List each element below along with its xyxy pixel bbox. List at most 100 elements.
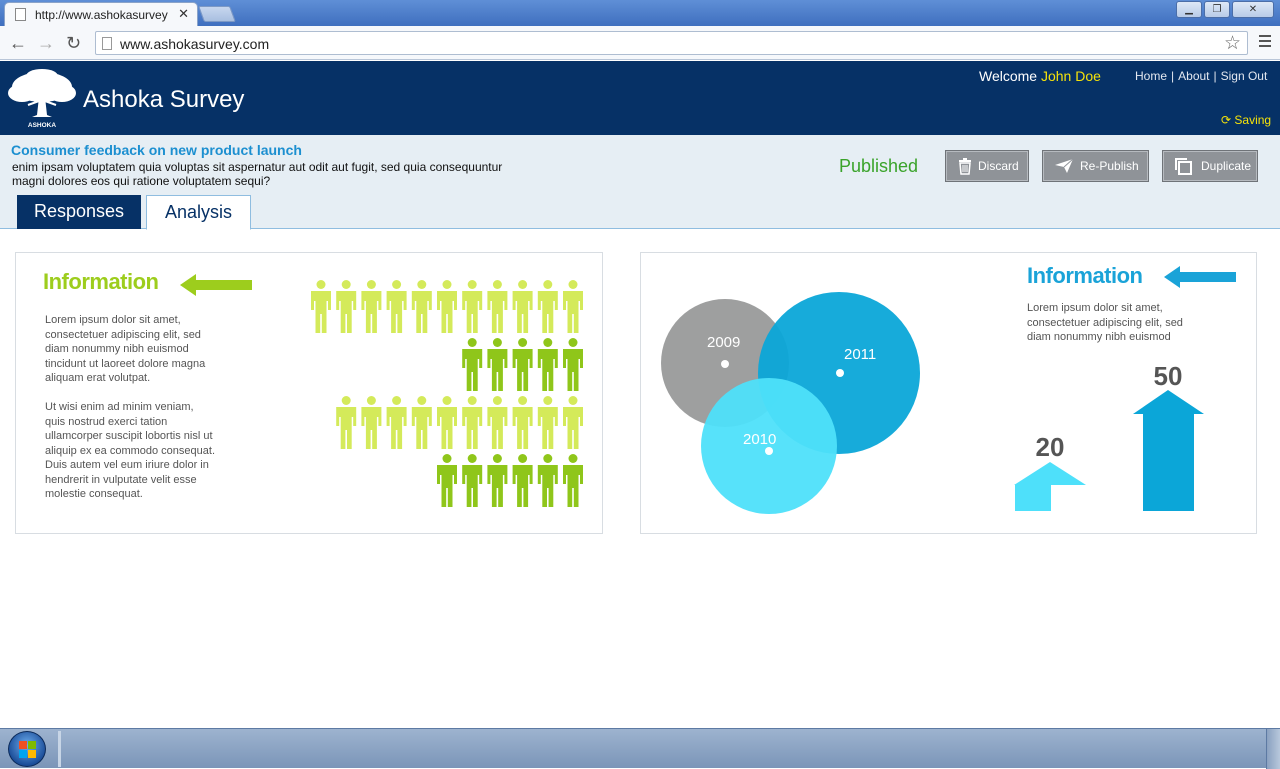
reload-icon[interactable]: ↻ (66, 33, 81, 53)
refresh-icon: ⟳ (1221, 113, 1232, 127)
welcome-label: Welcome (979, 68, 1038, 84)
browser-tab[interactable]: http://www.ashokasurvey ✕ (4, 2, 198, 26)
top-links: Home | About | Sign Out (1135, 69, 1268, 83)
status-badge: Published (839, 156, 919, 176)
duplicate-button[interactable]: Duplicate (1162, 150, 1258, 182)
marker-dot (765, 447, 773, 455)
browser-menu-icon[interactable] (1259, 35, 1271, 50)
left-arrow-icon (1164, 266, 1236, 288)
people-pictograph (311, 280, 583, 507)
person-icon (462, 396, 483, 449)
infographic-paragraph: Lorem ipsum dolor sit amet, consectetuer… (1027, 302, 1183, 343)
app-title: Ashoka Survey (83, 86, 245, 113)
republish-button[interactable]: Re-Publish (1042, 150, 1149, 182)
saving-label: Saving (1234, 113, 1272, 127)
trash-icon (959, 158, 971, 175)
circle-label-2009: 2009 (707, 334, 740, 351)
person-icon (462, 280, 483, 333)
year-circles-graphic: 2009 2011 2010 20 50 (661, 292, 1204, 514)
windows-logo-icon (19, 741, 36, 758)
sign-out-link[interactable]: Sign Out (1221, 69, 1268, 83)
forward-arrow-icon[interactable]: → (37, 33, 55, 53)
person-icon (386, 396, 407, 449)
discard-button[interactable]: Discard (945, 150, 1029, 182)
browser-titlebar: http://www.ashokasurvey ✕ ▁ ❐ ✕ (0, 0, 1280, 26)
os-taskbar (0, 728, 1280, 769)
show-desktop-button[interactable] (1266, 729, 1280, 769)
up-arrow-small (1015, 485, 1051, 511)
survey-description: enim ipsam voluptatem quia voluptas sit … (12, 160, 503, 188)
page-icon (15, 8, 26, 21)
bookmark-star-icon[interactable]: ☆ (1224, 32, 1241, 55)
person-icon (336, 280, 357, 333)
browser-toolbar: ← → ↻ www.ashokasurvey.com ☆ (0, 26, 1280, 60)
address-bar[interactable]: www.ashokasurvey.com ☆ (95, 31, 1248, 55)
duplicate-icon (1175, 158, 1192, 175)
minimize-button[interactable]: ▁ (1176, 1, 1202, 18)
maximize-button[interactable]: ❐ (1204, 1, 1230, 18)
welcome-message: Welcome John Doe (979, 68, 1101, 84)
logo-text: ASHOKA (28, 122, 56, 129)
tab-analysis[interactable]: Analysis (146, 195, 251, 230)
survey-title: Consumer feedback on new product launch (11, 142, 302, 158)
survey-bar: Consumer feedback on new product launch … (0, 135, 1280, 230)
circle-label-2011: 2011 (844, 346, 876, 363)
person-icon (487, 396, 508, 449)
duplicate-label: Duplicate (1201, 159, 1252, 173)
person-icon (512, 338, 533, 391)
person-icon (537, 454, 558, 507)
person-icon (462, 338, 483, 391)
new-tab-button[interactable] (198, 6, 236, 22)
about-link[interactable]: About (1178, 69, 1209, 83)
person-icon (537, 338, 558, 391)
page-icon (102, 37, 112, 50)
person-icon (437, 280, 457, 333)
person-icon (512, 280, 533, 333)
marker-dot (721, 360, 729, 368)
discard-label: Discard (978, 159, 1019, 173)
tab-title: http://www.ashokasurvey (35, 8, 168, 22)
person-icon (462, 454, 483, 507)
person-icon (537, 280, 558, 333)
person-icon (563, 396, 583, 449)
circles-infographic-panel: 2009 2011 2010 20 50 Information Lorem i… (640, 252, 1257, 534)
circle-label-2010: 2010 (743, 431, 776, 448)
person-icon (563, 280, 583, 333)
start-button[interactable] (8, 731, 46, 767)
ashoka-tree-logo[interactable]: ASHOKA (6, 67, 78, 129)
back-arrow-icon[interactable]: ← (9, 33, 27, 53)
url-text[interactable]: www.ashokasurvey.com (120, 36, 269, 52)
close-window-button[interactable]: ✕ (1232, 1, 1274, 18)
person-icon (437, 454, 457, 507)
saving-indicator: ⟳ Saving (1221, 113, 1271, 127)
person-icon (512, 454, 533, 507)
person-icon (311, 280, 331, 333)
person-icon (411, 396, 432, 449)
person-icon (386, 280, 407, 333)
home-link[interactable]: Home (1135, 69, 1167, 83)
app-header: ASHOKA Ashoka Survey Welcome John Doe Ho… (0, 61, 1280, 135)
tab-responses[interactable]: Responses (17, 195, 141, 229)
person-icon (487, 454, 508, 507)
person-icon (437, 396, 457, 449)
person-icon (487, 280, 508, 333)
person-icon (361, 396, 382, 449)
person-icon (361, 280, 382, 333)
person-icon (563, 454, 583, 507)
taskbar-divider (58, 731, 61, 767)
marker-dot (836, 369, 844, 377)
infographic-title: Information (1027, 263, 1143, 288)
republish-label: Re-Publish (1080, 159, 1139, 173)
person-icon (537, 396, 558, 449)
person-icon (336, 396, 357, 449)
tab-close-icon[interactable]: ✕ (178, 6, 189, 22)
up-arrow-large-head (1133, 390, 1204, 414)
value-50: 50 (1154, 361, 1183, 391)
user-name[interactable]: John Doe (1041, 68, 1101, 84)
people-infographic-panel: Information Lorem ipsum dolor sit amet, … (15, 252, 603, 534)
up-arrow-small-head (1014, 462, 1086, 485)
up-arrow-large (1143, 413, 1194, 511)
paper-plane-icon (1055, 158, 1074, 173)
person-icon (411, 280, 432, 333)
person-icon (487, 338, 508, 391)
